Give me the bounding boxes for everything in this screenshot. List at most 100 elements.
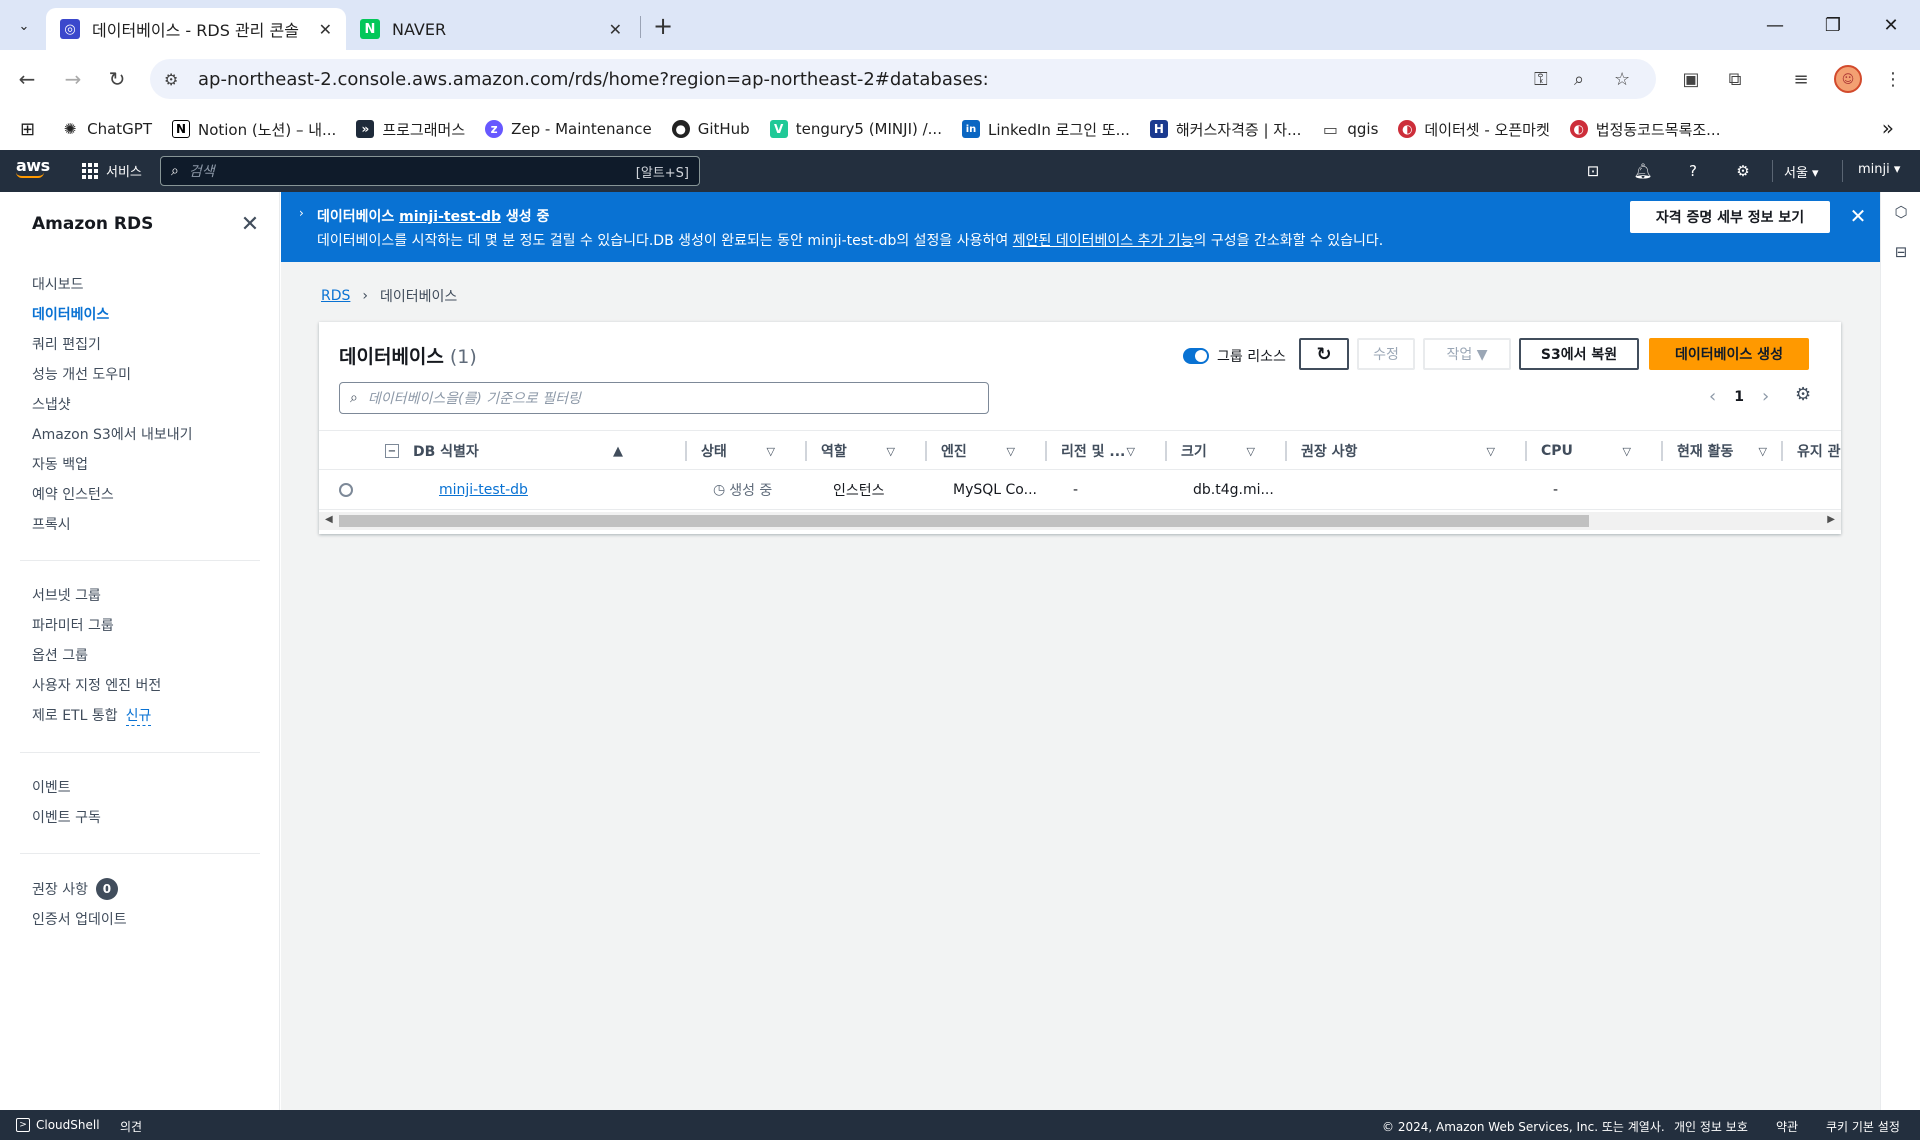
bookmark-hackers[interactable]: H 해커스자격증 | 자... xyxy=(1149,119,1301,140)
column-header-cpu[interactable]: CPU ▽ xyxy=(1541,431,1641,471)
toggle-switch[interactable] xyxy=(1183,348,1209,364)
cookie-preferences-link[interactable]: 쿠키 기본 설정 xyxy=(1826,1118,1900,1135)
tab-rds-console[interactable]: ◎ 데이터베이스 - RDS 관리 콘솔 ✕ xyxy=(46,8,346,50)
table-preferences-gear-icon[interactable]: ⚙ xyxy=(1795,384,1811,405)
close-sidebar-icon[interactable]: ✕ xyxy=(238,212,262,237)
sidebar-item-s3-export[interactable]: Amazon S3에서 내보내기 xyxy=(32,419,262,449)
cloudshell-icon[interactable]: ⊡ xyxy=(1582,160,1604,182)
address-bar[interactable]: ⚙ ap-northeast-2.console.aws.amazon.com/… xyxy=(150,59,1656,99)
sidebar-item-option-groups[interactable]: 옵션 그룹 xyxy=(32,640,262,670)
sidebar-item-certificate-update[interactable]: 인증서 업데이트 xyxy=(32,904,262,934)
bookmark-star-icon[interactable]: ☆ xyxy=(1614,59,1630,99)
column-header-current-activity[interactable]: 현재 활동 ▽ xyxy=(1677,431,1777,471)
scroll-left-arrow-icon[interactable]: ◀ xyxy=(325,514,333,525)
new-tab-button[interactable]: + xyxy=(648,11,678,41)
reading-list-icon[interactable]: ▣ xyxy=(1676,64,1706,94)
sidebar-item-automated-backups[interactable]: 자동 백업 xyxy=(32,449,262,479)
help-icon[interactable]: ? xyxy=(1682,160,1704,182)
tab-naver[interactable]: N NAVER ✕ xyxy=(346,8,636,50)
sidebar-item-recommendations[interactable]: 권장 사항 0 xyxy=(32,874,262,904)
url-text[interactable]: ap-northeast-2.console.aws.amazon.com/rd… xyxy=(198,69,989,90)
sidebar-item-event-subscriptions[interactable]: 이벤트 구독 xyxy=(32,802,262,832)
sidebar-item-zero-etl[interactable]: 제로 ETL 통합 신규 xyxy=(32,700,262,730)
info-panel-icon[interactable]: ⬡ xyxy=(1891,202,1911,222)
more-bookmarks-icon[interactable]: » xyxy=(1882,116,1894,140)
bookmark-notion[interactable]: N Notion (노션) – 내... xyxy=(171,119,336,140)
account-menu[interactable]: minji ▾ xyxy=(1858,162,1900,177)
sidebar-item-proxies[interactable]: 프록시 xyxy=(32,509,262,539)
close-tab-icon[interactable]: ✕ xyxy=(319,20,332,39)
more-menu-icon[interactable]: ⋮ xyxy=(1878,64,1908,94)
sidebar-item-reserved-instances[interactable]: 예약 인스턴스 xyxy=(32,479,262,509)
suggested-addons-link[interactable]: 제안된 데이터베이스 추가 기능 xyxy=(1013,233,1194,249)
row-select-radio[interactable] xyxy=(339,470,353,510)
scroll-right-arrow-icon[interactable]: ▶ xyxy=(1827,514,1835,525)
column-header-region[interactable]: 리전 및 ... ▽ xyxy=(1061,431,1145,471)
actions-dropdown[interactable]: 작업 ▼ xyxy=(1423,338,1511,370)
column-header-maintenance[interactable]: 유지 관리 xyxy=(1797,431,1841,471)
settings-gear-icon[interactable]: ⚙ xyxy=(1732,160,1754,182)
column-header-recommendations[interactable]: 권장 사항 ▽ xyxy=(1301,431,1505,471)
group-resources-toggle[interactable]: 그룹 리소스 xyxy=(1183,346,1286,366)
services-menu-button[interactable]: 서비스 xyxy=(82,161,142,180)
table-row[interactable]: minji-test-db ◷ 생성 중 인스턴스 MySQL Co... - d… xyxy=(319,470,1841,510)
sidebar-item-custom-engine-versions[interactable]: 사용자 지정 엔진 버전 xyxy=(32,670,262,700)
sidebar-item-dashboard[interactable]: 대시보드 xyxy=(32,269,262,299)
column-header-engine[interactable]: 엔진 ▽ xyxy=(941,431,1025,471)
dismiss-flash-close-icon[interactable]: ✕ xyxy=(1846,204,1870,228)
bookmark-linkedin[interactable]: in LinkedIn 로그인 또... xyxy=(961,119,1130,140)
column-header-role[interactable]: 역할 ▽ xyxy=(821,431,905,471)
media-control-icon[interactable]: ≡ xyxy=(1786,64,1816,94)
column-header-status[interactable]: 상태 ▽ xyxy=(701,431,785,471)
bookmark-zep[interactable]: z Zep - Maintenance xyxy=(485,120,652,138)
minimize-window-icon[interactable]: — xyxy=(1752,8,1798,42)
restore-window-icon[interactable]: ❐ xyxy=(1810,8,1856,42)
extensions-puzzle-icon[interactable]: ⧉ xyxy=(1720,64,1750,94)
db-identifier-link[interactable]: minji-test-db xyxy=(439,482,528,498)
tab-search-chevron-icon[interactable]: ⌄ xyxy=(10,12,38,40)
horizontal-scrollbar[interactable]: ◀ ▶ xyxy=(319,512,1841,530)
close-window-icon[interactable]: ✕ xyxy=(1868,8,1914,42)
profile-avatar[interactable]: ☺ xyxy=(1834,65,1862,93)
sidebar-item-snapshots[interactable]: 스냅샷 xyxy=(32,389,262,419)
forward-arrow-icon[interactable]: → xyxy=(58,64,88,94)
aws-search-input[interactable]: ⌕ 검색 [알트+S] xyxy=(160,156,700,186)
column-header-db-identifier[interactable]: DB 식별자 ▲ xyxy=(413,431,633,471)
bookmark-dataset[interactable]: ◐ 데이터셋 - 오픈마켓 xyxy=(1398,119,1550,140)
next-page-chevron-icon[interactable]: › xyxy=(1754,386,1777,407)
bookmark-programmers[interactable]: » 프로그래머스 xyxy=(356,119,465,140)
region-selector[interactable]: 서울 ▾ xyxy=(1784,162,1819,181)
prev-page-chevron-icon[interactable]: ‹ xyxy=(1701,386,1724,407)
breadcrumb-rds-link[interactable]: RDS xyxy=(321,288,350,304)
radio-button[interactable] xyxy=(339,483,353,497)
sidebar-item-events[interactable]: 이벤트 xyxy=(32,772,262,802)
refresh-button[interactable]: ↻ xyxy=(1299,338,1349,370)
feedback-link[interactable]: 의견 xyxy=(120,1118,142,1135)
chevron-right-icon[interactable]: › xyxy=(299,206,304,220)
scrollbar-thumb[interactable] xyxy=(339,515,1589,527)
bookmark-qgis[interactable]: ▭ qgis xyxy=(1321,120,1379,139)
select-all-checkbox[interactable]: − xyxy=(385,431,399,471)
zoom-icon[interactable]: ⌕ xyxy=(1574,59,1584,99)
privacy-link[interactable]: 개인 정보 보호 xyxy=(1674,1118,1748,1135)
terms-link[interactable]: 약관 xyxy=(1776,1118,1798,1135)
bookmark-chatgpt[interactable]: ✺ ChatGPT xyxy=(61,120,152,138)
back-arrow-icon[interactable]: ← xyxy=(12,64,42,94)
bookmark-github[interactable]: ● GitHub xyxy=(671,120,750,138)
reload-icon[interactable]: ↻ xyxy=(102,64,132,94)
modify-button[interactable]: 수정 xyxy=(1357,338,1415,370)
bookmark-tengury[interactable]: Vtengury5 (MINJI) /... xyxy=(769,120,942,138)
current-page-number[interactable]: 1 xyxy=(1724,389,1754,405)
bookmark-legal-code[interactable]: ◐ 법정동코드목록조... xyxy=(1569,119,1720,140)
restore-from-s3-button[interactable]: S3에서 복원 xyxy=(1519,338,1639,370)
feedback-panel-icon[interactable]: ⊟ xyxy=(1891,242,1911,262)
filter-databases-input[interactable]: ⌕ 데이터베이스을(를) 기준으로 필터링 xyxy=(339,382,989,414)
sidebar-item-databases[interactable]: 데이터베이스 xyxy=(32,299,262,329)
sidebar-item-parameter-groups[interactable]: 파라미터 그룹 xyxy=(32,610,262,640)
create-database-button[interactable]: 데이터베이스 생성 xyxy=(1649,338,1809,370)
flash-db-link[interactable]: minji-test-db xyxy=(399,209,501,225)
view-credentials-button[interactable]: 자격 증명 세부 정보 보기 xyxy=(1630,201,1830,233)
cloudshell-footer-button[interactable]: > CloudShell xyxy=(16,1118,100,1132)
close-tab-icon[interactable]: ✕ xyxy=(609,20,622,39)
site-settings-icon[interactable]: ⚙ xyxy=(164,70,186,89)
